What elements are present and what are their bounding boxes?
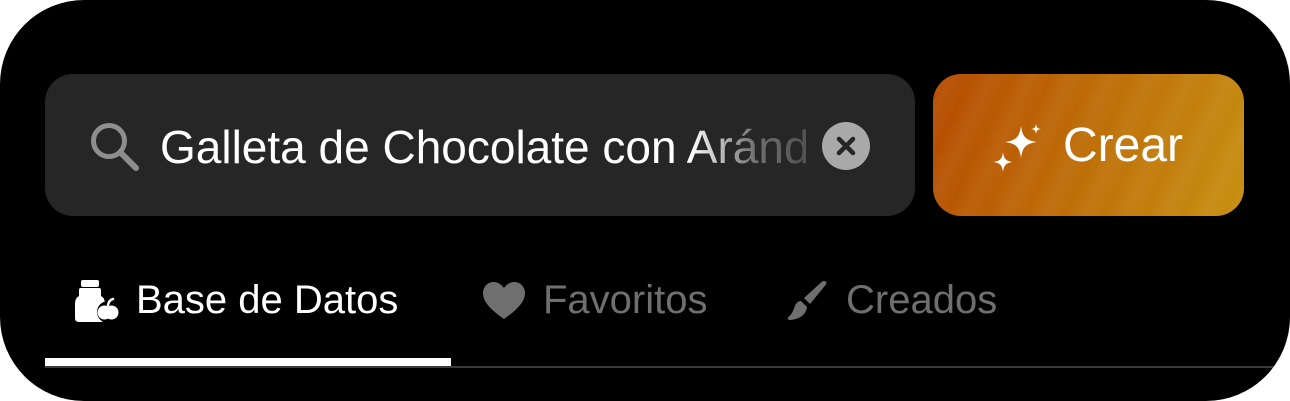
create-button[interactable]: Crear xyxy=(933,74,1244,216)
heart-icon xyxy=(483,282,525,319)
sparkles-icon xyxy=(993,124,1041,172)
search-input[interactable]: Galleta de Chocolate con Arándanos xyxy=(160,118,806,176)
app-frame: Galleta de Chocolate con Arándanos Crear… xyxy=(0,0,1290,401)
tab-label: Base de Datos xyxy=(136,278,399,322)
active-tab-indicator xyxy=(45,358,451,366)
create-button-label: Crear xyxy=(1063,119,1184,172)
food-database-icon xyxy=(75,280,119,323)
tab-label: Creados xyxy=(846,278,998,322)
clear-search-button[interactable] xyxy=(822,122,870,170)
tab-label: Favoritos xyxy=(543,278,708,322)
tab-base-de-datos[interactable]: Base de Datos xyxy=(74,272,434,328)
paintbrush-icon xyxy=(787,281,827,320)
tab-creados[interactable]: Creados xyxy=(784,272,1024,328)
xmark-circle-icon xyxy=(836,136,856,156)
search-icon xyxy=(91,123,139,171)
tab-favoritos[interactable]: Favoritos xyxy=(481,272,741,328)
tab-divider xyxy=(45,366,1275,368)
